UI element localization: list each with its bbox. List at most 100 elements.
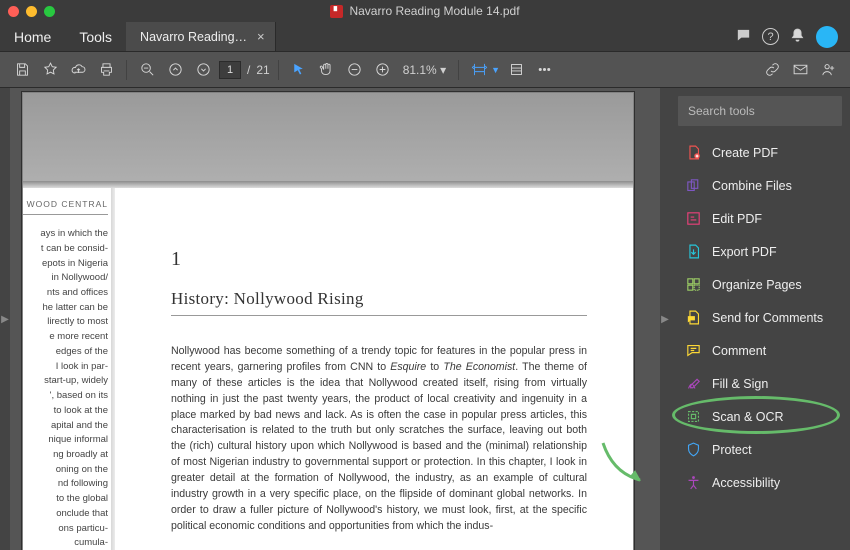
organize-pages-icon: [684, 276, 702, 294]
left-page-line: epots in Nigeria: [23, 257, 108, 272]
left-page-line: nd following: [23, 477, 108, 492]
tool-organize-pages[interactable]: Organize Pages: [670, 268, 850, 301]
tool-protect[interactable]: Protect: [670, 433, 850, 466]
page-down-icon[interactable]: [191, 58, 215, 82]
tool-scan-ocr[interactable]: Scan & OCR: [670, 400, 850, 433]
tab-document-label: Navarro Reading…: [140, 30, 247, 44]
left-page-fragment: WOOD CENTRAL ays in which thet can be co…: [23, 188, 115, 550]
left-page-line: cumula-: [23, 536, 108, 550]
page-indicator: / 21: [219, 61, 270, 79]
save-icon[interactable]: [10, 58, 34, 82]
left-page-line: in Nollywood/: [23, 271, 108, 286]
tab-tools[interactable]: Tools: [65, 22, 126, 51]
tool-export-pdf[interactable]: Export PDF: [670, 235, 850, 268]
left-page-line: e more recent: [23, 330, 108, 345]
left-page-line: edges of the: [23, 345, 108, 360]
combine-files-icon: [684, 177, 702, 195]
left-page-line: start-up, widely: [23, 374, 108, 389]
tool-comment[interactable]: Comment: [670, 334, 850, 367]
tool-label: Scan & OCR: [712, 410, 784, 424]
page-display-icon[interactable]: [504, 58, 528, 82]
chat-icon[interactable]: [735, 27, 752, 47]
share-link-icon[interactable]: [760, 58, 784, 82]
print-icon[interactable]: [94, 58, 118, 82]
left-page-line: ays in which the: [23, 227, 108, 242]
tool-send-for-comments[interactable]: Send for Comments: [670, 301, 850, 334]
left-page-line: ons particu-: [23, 522, 108, 537]
tool-create-pdf[interactable]: Create PDF: [670, 136, 850, 169]
share-person-icon[interactable]: [816, 58, 840, 82]
tool-combine-files[interactable]: Combine Files: [670, 169, 850, 202]
tool-label: Combine Files: [712, 179, 792, 193]
tool-label: Comment: [712, 344, 766, 358]
tools-sidebar: Search tools Create PDF Combine Files Edit…: [670, 88, 850, 550]
create-pdf-icon: [684, 144, 702, 162]
document-viewport[interactable]: WOOD CENTRAL ays in which thet can be co…: [10, 88, 660, 550]
fit-width-icon[interactable]: [467, 58, 491, 82]
selection-tool-icon[interactable]: [287, 58, 311, 82]
hand-tool-icon[interactable]: [315, 58, 339, 82]
help-icon[interactable]: ?: [762, 28, 779, 45]
tool-fill-sign[interactable]: Fill & Sign: [670, 367, 850, 400]
tool-label: Edit PDF: [712, 212, 762, 226]
window-titlebar: ▘ Navarro Reading Module 14.pdf: [0, 0, 850, 22]
left-page-line: I look in par-: [23, 360, 108, 375]
left-page-line: lirectly to most: [23, 315, 108, 330]
edit-pdf-icon: [684, 210, 702, 228]
body-text: Nollywood has become something of a tren…: [171, 344, 587, 535]
send-for-comments-icon: [684, 309, 702, 327]
tab-document[interactable]: Navarro Reading… ×: [126, 22, 276, 51]
tool-label: Create PDF: [712, 146, 778, 160]
tool-label: Protect: [712, 443, 752, 457]
protect-icon: [684, 441, 702, 459]
left-page-line: to the global: [23, 492, 108, 507]
left-page-line: to look at the: [23, 404, 108, 419]
left-page-line: ng broadly at: [23, 448, 108, 463]
left-page-line: oning on the: [23, 463, 108, 478]
more-tools-icon[interactable]: [532, 58, 556, 82]
zoom-out-magnifier-icon[interactable]: [135, 58, 159, 82]
cloud-upload-icon[interactable]: [66, 58, 90, 82]
page-total: 21: [256, 63, 269, 77]
left-panel-toggle[interactable]: ▶: [0, 88, 10, 550]
export-pdf-icon: [684, 243, 702, 261]
tool-accessibility[interactable]: Accessibility: [670, 466, 850, 499]
star-icon[interactable]: [38, 58, 62, 82]
page-up-icon[interactable]: [163, 58, 187, 82]
comment-icon: [684, 342, 702, 360]
left-page-line: apital and the: [23, 419, 108, 434]
chapter-title: History: Nollywood Rising: [171, 289, 587, 316]
email-icon[interactable]: [788, 58, 812, 82]
left-page-line: he latter can be: [23, 301, 108, 316]
right-panel-toggle[interactable]: ▶: [660, 88, 670, 550]
chevron-down-icon[interactable]: ▼: [491, 65, 500, 75]
toolbar: / 21 81.1% ▾ ▼: [0, 52, 850, 88]
scanned-page: WOOD CENTRAL ays in which thet can be co…: [22, 92, 634, 550]
left-page-line: ', based on its: [23, 389, 108, 404]
tab-bar: Home Tools Navarro Reading… × ?: [0, 22, 850, 52]
notifications-icon[interactable]: [789, 27, 806, 47]
fill-sign-icon: [684, 375, 702, 393]
account-avatar[interactable]: [816, 26, 838, 48]
window-title: Navarro Reading Module 14.pdf: [349, 4, 519, 18]
left-page-line: nts and offices: [23, 286, 108, 301]
zoom-out-icon[interactable]: [343, 58, 367, 82]
chapter-number: 1: [171, 248, 587, 271]
close-tab-icon[interactable]: ×: [257, 29, 265, 44]
tool-edit-pdf[interactable]: Edit PDF: [670, 202, 850, 235]
zoom-in-icon[interactable]: [371, 58, 395, 82]
tab-home[interactable]: Home: [0, 22, 65, 51]
tool-label: Organize Pages: [712, 278, 802, 292]
left-page-line: onclude that: [23, 507, 108, 522]
left-page-line: t can be consid-: [23, 242, 108, 257]
zoom-level[interactable]: 81.1% ▾: [403, 63, 446, 77]
search-tools-input[interactable]: Search tools: [678, 96, 842, 126]
tool-label: Send for Comments: [712, 311, 823, 325]
scan-ocr-icon: [684, 408, 702, 426]
left-page-line: nique informal: [23, 433, 108, 448]
left-page-header: WOOD CENTRAL: [23, 198, 108, 215]
pdf-file-icon: ▘: [330, 5, 343, 18]
page-number-input[interactable]: [219, 61, 241, 79]
page-separator: /: [247, 63, 250, 77]
tabbar-right-icons: ?: [735, 22, 850, 51]
